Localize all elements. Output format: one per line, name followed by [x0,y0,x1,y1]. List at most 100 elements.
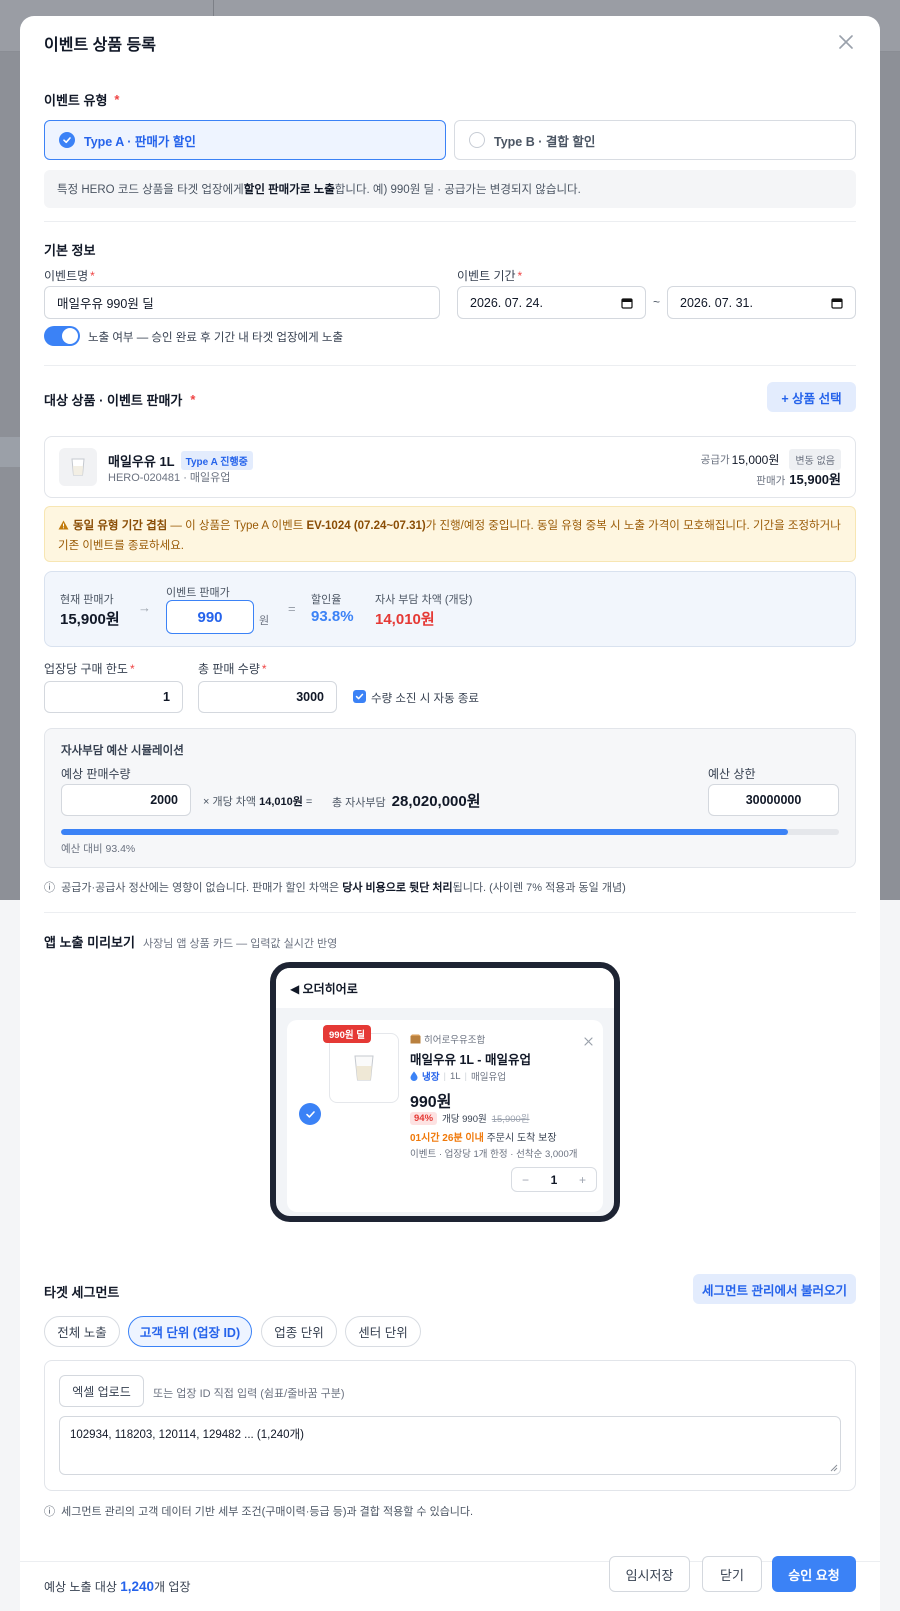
preview-title: 앱 노출 미리보기 [44,935,135,950]
simulation-title: 자사부담 예산 시뮬레이션 [61,745,184,757]
budget-progress-text: 예산 대비 93.4% [61,843,136,855]
preview-attributes: 냉장 | 1L | 매일유업 [410,1069,506,1083]
discount-rate-label: 할인율 [311,594,342,606]
budget-simulation: 자사부담 예산 시뮬레이션 예상 판매수량 2000 × 개당 차액 14,01… [44,728,856,868]
purchase-limit-input[interactable]: 1 [44,681,183,713]
event-price-input[interactable]: 990 [166,600,254,634]
product-code: HERO-020481 · 매일유업 [108,472,231,484]
budget-progress-fill [61,829,788,835]
product-status-badge: Type A 진행중 [180,451,253,470]
exposure-toggle-label: 노출 여부 — 승인 완료 후 기간 내 타겟 업장에게 노출 [88,332,344,344]
remove-icon[interactable] [584,1033,593,1051]
load-segment-button[interactable]: 세그먼트 관리에서 불러오기 [693,1274,856,1304]
quantity-value: 1 [550,1172,558,1187]
modal-title: 이벤트 상품 등록 [44,37,156,54]
app-header: ◀ 오더히어로 [276,968,614,1008]
preview-product-title: 매일우유 1L - 매일유업 [410,1053,531,1067]
select-product-button[interactable]: + 상품 선택 [767,382,856,412]
sale-price-label: 판매가 [756,475,786,487]
date-separator: ~ [653,295,661,309]
segment-input-box: 엑셀 업로드 또는 업장 ID 직접 입력 (쉼표/줄바꿈 구분) 102934… [44,1360,856,1491]
expected-qty-label: 예상 판매수량 [61,767,131,781]
segment-tab-industry[interactable]: 업종 단위 [261,1316,337,1347]
total-burden-value: 28,020,000원 [391,793,481,810]
type-a-label: Type A · 판매가 할인 [84,134,196,149]
segment-tab-center[interactable]: 센터 단위 [345,1316,421,1347]
arrow-right-icon: → [138,600,151,615]
event-name-input[interactable]: 매일우유 990원 딜 [44,286,440,319]
divider [44,221,856,222]
upload-hint: 또는 업장 ID 직접 입력 (쉼표/줄바꿈 구분) [153,1388,345,1400]
minus-button[interactable]: − [522,1173,529,1187]
phone-preview: ◀ 오더히어로 990원 딜 히어로우유조합 매일우유 1L - 매일유업 냉장… [270,962,620,1222]
discount-rate-value: 93.8% [311,608,354,625]
seller-line: 히어로우유조합 [410,1032,485,1046]
auto-end-checkbox[interactable] [353,690,366,703]
warning-icon [58,518,69,537]
background-sidebar-item [0,437,20,467]
quantity-stepper: − 1 + [511,1167,597,1192]
radio-checked-icon [59,132,75,148]
exposure-toggle[interactable] [44,326,80,346]
type-b-label: Type B · 결합 할인 [494,134,596,149]
total-quantity-input[interactable]: 3000 [198,681,337,713]
close-icon[interactable] [834,30,858,54]
supply-price-value: 15,000원 [731,453,780,467]
type-a-option[interactable]: Type A · 판매가 할인 [44,120,446,160]
event-price-label: 이벤트 판매가 [166,587,230,599]
segment-note: ⓘ 세그먼트 관리의 고객 데이터 기반 세부 조건(구매이력·등급 등)과 결… [44,1506,474,1518]
close-button[interactable]: 닫기 [702,1556,762,1592]
submit-approval-button[interactable]: 승인 요청 [772,1556,856,1592]
product-name: 매일우유 1L [108,454,175,469]
customer-id-textarea[interactable]: 102934, 118203, 120114, 129482 ... (1,24… [59,1416,841,1475]
purchase-limit-label: 업장당 구매 한도 * [44,662,135,676]
required-mark: * [114,92,120,107]
modal-header: 이벤트 상품 등록 [20,16,880,70]
end-date-input[interactable]: 2026. 07. 31. [667,286,856,319]
budget-progress-bar [61,829,839,835]
expected-qty-input[interactable]: 2000 [61,784,191,816]
type-description: 특정 HERO 코드 상품을 타겟 업장에게 할인 판매가로 노출 합니다. 예)… [44,170,856,208]
calc-formula: × 개당 차액 14,010원 = [203,796,313,808]
select-check-icon[interactable] [299,1103,321,1125]
segment-tab-all[interactable]: 전체 노출 [44,1316,120,1347]
resize-handle-icon[interactable] [830,1464,838,1472]
save-draft-button[interactable]: 임시저장 [609,1556,690,1592]
budget-cap-input[interactable]: 30000000 [708,784,839,816]
budget-cap-label: 예산 상한 [708,767,756,781]
overlap-warning: 동일 유형 기간 겹침 — 이 상품은 Type A 이벤트 EV-1024 (… [44,506,856,562]
preview-price: 990원 [410,1094,452,1111]
reach-summary: 예상 노출 대상 1,240개 업장 [44,1579,191,1594]
end-date-value: 2026. 07. 31. [680,295,753,310]
segment-tab-customer[interactable]: 고객 단위 (업장 ID) [128,1316,252,1347]
box-icon [410,1034,421,1044]
preview-limit-text: 이벤트 · 업장당 1개 한정 · 선착순 3,000개 [410,1149,578,1160]
no-change-badge: 변동 없음 [789,449,841,470]
supply-price-label: 공급가 [700,454,730,466]
water-drop-icon [410,1071,418,1081]
preview-discount-line: 94% 개당 990원 15,900원 [410,1111,530,1125]
calendar-icon [621,297,633,309]
divider [44,365,856,366]
calendar-icon [831,297,843,309]
preview-delivery: 01시간 26분 이내 주문시 도착 보장 [410,1133,557,1144]
event-type-label: 이벤트 유형 * [44,92,120,108]
info-icon: ⓘ [44,1506,55,1518]
plus-button[interactable]: + [579,1173,586,1187]
info-icon: ⓘ [44,882,55,894]
segment-title: 타겟 세그먼트 [44,1285,120,1300]
burden-value: 14,010원 [375,611,435,628]
type-b-option[interactable]: Type B · 결합 할인 [454,120,856,160]
preview-product-card: 990원 딜 히어로우유조합 매일우유 1L - 매일유업 냉장 | 1L | 매일… [287,1020,603,1212]
divider [44,912,856,913]
excel-upload-button[interactable]: 엑셀 업로드 [59,1375,144,1407]
auto-end-label: 수량 소진 시 자동 종료 [371,693,479,705]
total-burden-label: 총 자사부담 [332,797,386,809]
milk-thumbnail [59,448,97,486]
total-quantity-label: 총 판매 수량 * [198,662,267,676]
event-period-label: 이벤트 기간 * [457,269,523,283]
preview-subtitle: 사장님 앱 상품 카드 — 입력값 실시간 반영 [142,938,338,950]
start-date-input[interactable]: 2026. 07. 24. [457,286,646,319]
current-price-label: 현재 판매가 [60,594,114,606]
selected-product-card: 매일우유 1L Type A 진행중 HERO-020481 · 매일유업 공급… [44,436,856,498]
